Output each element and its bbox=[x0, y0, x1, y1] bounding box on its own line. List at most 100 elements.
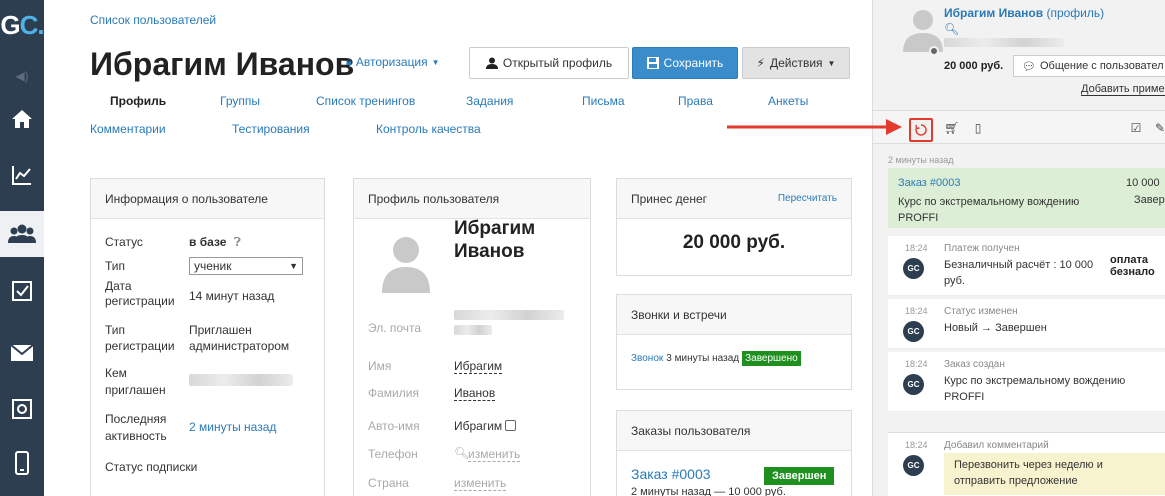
chevron-down-icon: ▼ bbox=[289, 261, 298, 271]
order-status-badge: Завершен bbox=[764, 467, 835, 485]
save-icon bbox=[646, 57, 659, 69]
right-money: 20 000 руб. bbox=[944, 60, 1004, 72]
feed-order: Заказ #0003 10 000 Курс по экстремальном… bbox=[888, 168, 1165, 228]
app-sidebar: G C. ◀︎) bbox=[0, 0, 45, 496]
chat-button[interactable]: 💬︎ Общение с пользовател bbox=[1013, 55, 1165, 77]
avatar bbox=[903, 10, 943, 52]
status-label: Статус bbox=[105, 235, 143, 249]
type-label: Тип bbox=[105, 259, 126, 273]
feed-order-desc: Курс по экстремальному вождению PROFFI bbox=[898, 196, 1080, 224]
country-label: Страна bbox=[368, 476, 409, 490]
feed-event: 18:24 GC Заказ создан Курс по экстремаль… bbox=[888, 352, 1165, 412]
tab-tests[interactable]: Тестирования bbox=[232, 122, 310, 136]
last-activity-value[interactable]: 2 минуты назад bbox=[189, 420, 276, 434]
email-label: Эл. почта bbox=[368, 321, 422, 335]
tab-comments[interactable]: Комментарии bbox=[90, 122, 166, 136]
last-name-label: Фамилия bbox=[368, 386, 419, 400]
reg-date-value: 14 минут назад bbox=[189, 289, 275, 303]
tab-trainings[interactable]: Список тренингов bbox=[316, 94, 415, 108]
auto-name-value: Ибрагим bbox=[454, 419, 517, 433]
gc-icon: GC bbox=[903, 455, 924, 476]
orders-panel: Заказы пользователя Заказ #0003 Завершен… bbox=[616, 410, 852, 496]
tab-profile[interactable]: Профиль bbox=[110, 94, 166, 108]
add-note-link[interactable]: Добавить приме bbox=[1081, 83, 1165, 96]
call-link[interactable]: Звонок bbox=[631, 353, 663, 364]
auth-dropdown[interactable]: 🔒︎ Авторизация ▼ bbox=[346, 55, 440, 69]
type-select[interactable]: ученик ▼ bbox=[189, 257, 303, 275]
tab-surveys[interactable]: Анкеты bbox=[768, 94, 808, 108]
last-activity-label: Последняя активность bbox=[105, 412, 167, 443]
search-icon: 🔍︎ bbox=[454, 446, 470, 460]
call-item: Звонок 3 минуты назад Завершено bbox=[631, 351, 801, 366]
checkbox-icon[interactable] bbox=[0, 268, 44, 314]
right-panel: Ибрагим Иванов (профиль) 🔍︎ 20 000 руб. … bbox=[872, 0, 1165, 496]
right-toolbar: 🛒︎ ▯ ☑ ✎ bbox=[873, 110, 1165, 144]
right-user-name[interactable]: Ибрагим Иванов (профиль) bbox=[944, 6, 1104, 20]
pencil-icon[interactable]: ✎ bbox=[1151, 119, 1165, 137]
search-icon[interactable]: 🔍︎ bbox=[944, 22, 959, 36]
subscription-label: Статус подписки bbox=[105, 460, 198, 474]
money-value: 20 000 руб. bbox=[682, 232, 786, 253]
gc-icon: GC bbox=[903, 321, 924, 342]
speaker-icon[interactable]: ◀︎) bbox=[0, 62, 44, 90]
cart-icon[interactable]: 🛒︎ bbox=[943, 119, 961, 137]
feed-order-status: Завер bbox=[1134, 194, 1165, 206]
profile-name: Ибрагим Иванов bbox=[454, 218, 536, 262]
question-icon[interactable]: ❓︎ bbox=[234, 235, 241, 249]
check-square-icon[interactable]: ☑ bbox=[1127, 119, 1145, 137]
reg-date-label: Дата регистрации bbox=[105, 279, 175, 308]
panel-title: Заказы пользователя bbox=[617, 411, 851, 451]
caret-down-icon: ▼ bbox=[431, 57, 440, 67]
tab-quality[interactable]: Контроль качества bbox=[376, 122, 481, 136]
email-value[interactable] bbox=[454, 310, 564, 320]
phone-label: Телефон bbox=[368, 447, 418, 461]
mail-icon[interactable] bbox=[0, 330, 44, 376]
tab-rights[interactable]: Права bbox=[678, 94, 713, 108]
feed-time: 2 минуты назад bbox=[888, 155, 954, 165]
history-icon[interactable] bbox=[909, 118, 933, 142]
bolt-icon: ⚡︎ bbox=[756, 56, 765, 70]
invited-by-label: Кем приглашен bbox=[105, 366, 166, 397]
main-content: Список пользователей Ибрагим Иванов 🔒︎ А… bbox=[44, 0, 872, 496]
actions-dropdown[interactable]: ⚡︎ Действия ▼ bbox=[742, 47, 850, 79]
page-title: Ибрагим Иванов bbox=[90, 46, 355, 82]
comment-bubble: Перезвонить через неделю и отправить пре… bbox=[944, 453, 1165, 495]
feed-event: 18:24 GC Статус изменен Новый → Завершен bbox=[888, 299, 1165, 349]
user-profile-panel: Профиль пользователя Ибрагим Иванов Эл. п… bbox=[353, 178, 591, 496]
call-time: 3 минуты назад bbox=[666, 353, 740, 364]
status-value: в базе ❓︎ bbox=[189, 235, 241, 249]
first-name-value[interactable]: Ибрагим bbox=[454, 359, 503, 374]
auto-name-label: Авто-имя bbox=[368, 419, 420, 433]
tablet-icon[interactable]: ▯ bbox=[969, 119, 987, 137]
invited-by-value[interactable] bbox=[189, 374, 293, 386]
order-link[interactable]: Заказ #0003 bbox=[631, 466, 711, 482]
breadcrumb[interactable]: Список пользователей bbox=[90, 13, 216, 27]
recalc-link[interactable]: Пересчитать bbox=[778, 193, 837, 204]
feed-order-amount: 10 000 bbox=[1126, 177, 1160, 189]
save-button[interactable]: Сохранить bbox=[632, 47, 738, 79]
reg-type-value: Приглашен администратором bbox=[189, 323, 290, 353]
safe-icon[interactable] bbox=[0, 386, 44, 432]
avatar bbox=[382, 237, 430, 293]
right-user-email bbox=[944, 38, 1064, 47]
first-name-label: Имя bbox=[368, 359, 392, 373]
mobile-icon[interactable] bbox=[0, 440, 44, 486]
tab-groups[interactable]: Группы bbox=[220, 94, 260, 108]
auto-name-checkbox[interactable] bbox=[505, 420, 517, 431]
tab-tasks[interactable]: Задания bbox=[466, 94, 513, 108]
country-edit-link[interactable]: изменить bbox=[454, 476, 507, 491]
order-subtitle: 2 минуты назад — 10 000 руб. bbox=[631, 486, 786, 496]
status-dot bbox=[929, 46, 939, 56]
users-icon[interactable] bbox=[0, 211, 44, 257]
chart-icon[interactable] bbox=[0, 152, 44, 198]
email-value-tail bbox=[454, 325, 492, 335]
logo[interactable]: G C. bbox=[0, 0, 44, 50]
feed-order-link[interactable]: Заказ #0003 bbox=[898, 177, 961, 189]
tab-letters[interactable]: Письма bbox=[582, 94, 625, 108]
gc-icon: GC bbox=[903, 258, 924, 279]
last-name-value[interactable]: Иванов bbox=[454, 386, 496, 401]
phone-edit-link[interactable]: изменить bbox=[468, 447, 521, 462]
open-profile-button[interactable]: Открытый профиль bbox=[469, 47, 629, 79]
user-info-panel: Информация о пользователе Статус в базе … bbox=[90, 178, 325, 496]
home-icon[interactable] bbox=[0, 96, 44, 142]
